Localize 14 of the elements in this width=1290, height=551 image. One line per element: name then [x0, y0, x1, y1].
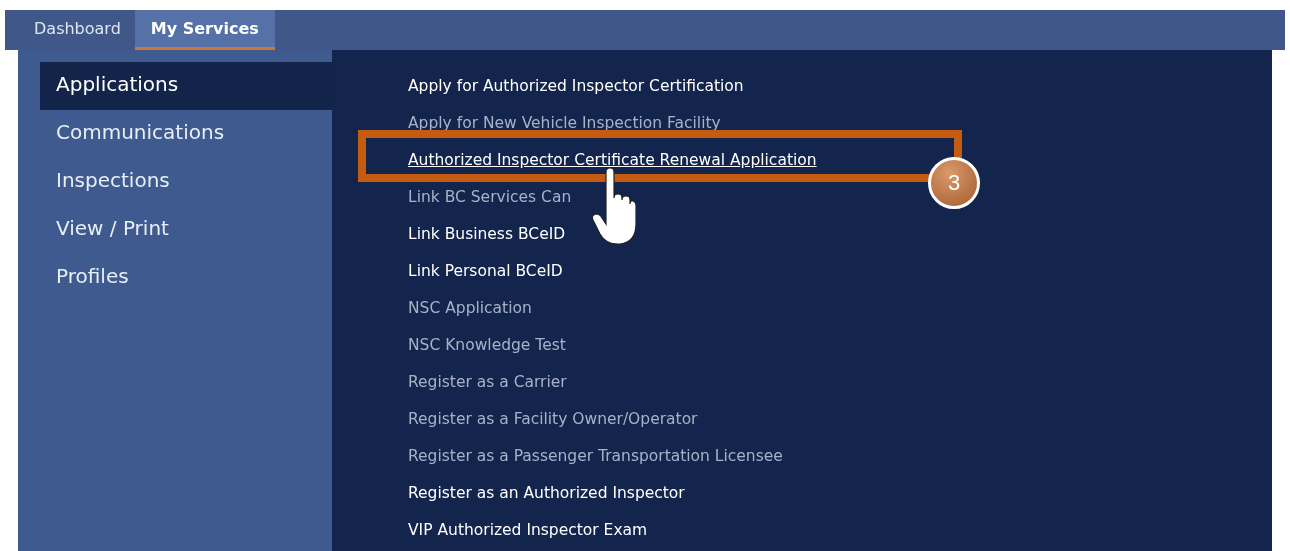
sidebar-item[interactable]: Inspections — [40, 158, 332, 206]
tab[interactable]: My Services — [134, 10, 275, 50]
sidebar-item[interactable]: Communications — [40, 110, 332, 158]
service-link[interactable]: Authorized Inspector Certificate Renewal Application — [408, 151, 817, 169]
sidebar-item[interactable]: Applications — [40, 62, 332, 110]
service-link[interactable]: Apply for Authorized Inspector Certification — [408, 77, 744, 95]
service-link[interactable]: Link Personal BCeID — [408, 262, 563, 280]
tab[interactable]: Dashboard — [20, 10, 135, 50]
hand-cursor-icon — [592, 168, 636, 246]
sidebar-item[interactable]: View / Print — [40, 206, 332, 254]
service-link[interactable]: VIP Authorized Inspector Exam — [408, 521, 648, 539]
service-link[interactable]: Register as an Authorized Inspector — [408, 484, 685, 502]
service-link[interactable]: Link Business BCeID — [408, 225, 566, 243]
sidebar-item[interactable]: Profiles — [40, 254, 332, 302]
